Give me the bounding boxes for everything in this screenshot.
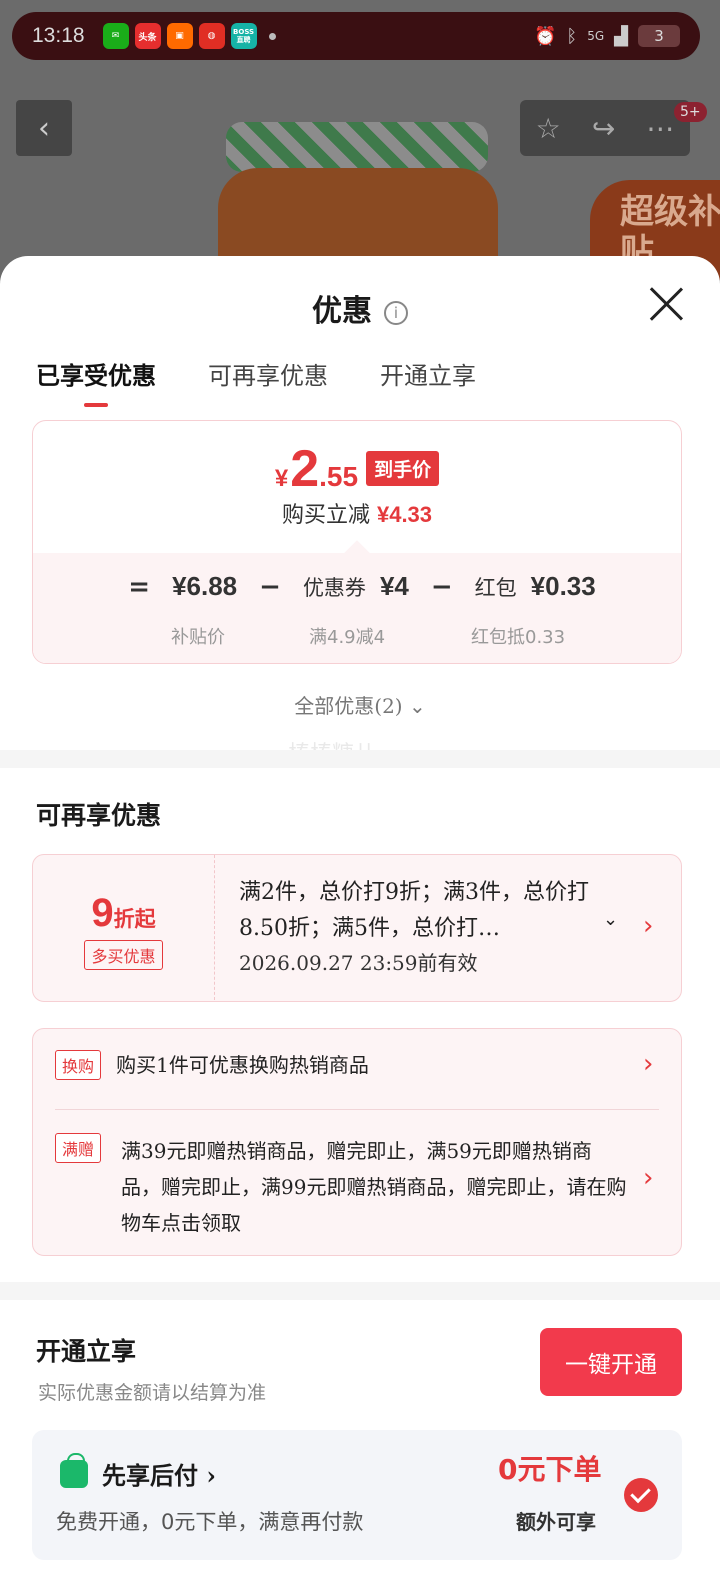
multi-buy-tag: 多买优惠 [84,940,163,970]
instant-discount: 购买立减 ¥4.33 [281,502,433,528]
more-icon[interactable]: ⋯ [646,112,674,145]
close-icon[interactable] [648,286,684,322]
chevron-right-icon[interactable]: › [643,1163,653,1193]
offers-sheet: 优惠 i 已享受优惠 可再享优惠 开通立享 ¥2.55 到手价 购买立减 ¥4.3… [0,256,720,1584]
chevron-down-icon: ⌄ [408,694,426,718]
more-badge: 5+ [674,102,707,122]
subsidy-price: ¥6.88 [172,571,238,601]
price-breakdown: = ¥6.88 − 优惠券 ¥4 − 红包 ¥0.33 补贴价 满4.9减4 红包抵… [33,553,681,663]
coupon-rule: 满4.9减4 [309,627,386,648]
gift-tag: 满赠 [55,1133,102,1163]
all-offers-toggle[interactable]: 全部优惠(2) ⌄ [0,690,720,719]
toutiao-icon: 头条 [134,23,161,49]
product-page-background: 13:18 ✉ 头条 ▣ ◍ BOSS直聘 ⏰ ᛒ 5G ▟ 3 ‹ ☆ ↪ ⋯… [0,0,720,290]
more-offers-title: 可再享优惠 [36,801,162,830]
pay-later-card[interactable]: 先享后付 › 免费开通，0元下单，满意再付款 0元下单 额外可享 [32,1430,682,1560]
info-icon[interactable]: i [384,301,408,325]
section-divider [0,750,720,768]
open-section-subtitle: 实际优惠金额请以结算为准 [38,1382,267,1404]
pinduoduo-icon: ◍ [198,23,225,49]
boss-zhipin-icon: BOSS直聘 [230,23,257,49]
tab-open-offers[interactable]: 开通立享 [380,356,476,391]
gift-offer-text[interactable]: 满39元即赠热销商品，赠完即止，满59元即赠热销商品，赠完即止，满99元即赠热销… [121,1133,631,1241]
more-notifications-dot [268,32,276,40]
discount-rules: 满2件，总价打9折；满3件，总价打8.50折；满5件，总价打… [239,880,589,941]
favorite-star-icon[interactable]: ☆ [536,112,561,145]
chevron-right-icon[interactable]: › [643,1049,653,1079]
final-price-tag: 到手价 [366,451,440,486]
exchange-offer-row[interactable]: 换购 购买1件可优惠换购热销商品 [55,1049,655,1080]
signal-icon: ▟ [614,25,628,47]
exchange-tag: 换购 [55,1050,102,1080]
redpack-value: ¥0.33 [530,571,596,601]
pay-later-desc: 免费开通，0元下单，满意再付款 [56,1510,364,1534]
battery-icon: 3 [638,25,680,47]
share-icon[interactable]: ↪ [592,112,615,145]
pay-later-title[interactable]: 先享后付 › [102,1456,216,1491]
final-price: ¥2.55 [274,440,359,498]
offer-tabs: 已享受优惠 可再享优惠 开通立享 [36,356,476,407]
tab-enjoyed-offers[interactable]: 已享受优惠 [36,356,156,407]
coupon-value: ¥4 [379,571,409,601]
discount-expiry: 2026.09.27 23:59前有效 [239,951,478,975]
chevron-right-icon[interactable]: › [643,911,653,941]
status-time: 13:18 [32,24,85,47]
expand-chevron-icon[interactable]: ⌄ [603,909,618,930]
shopping-bag-icon [60,1453,88,1488]
tab-more-offers[interactable]: 可再享优惠 [208,356,328,391]
open-section-title: 开通立享 [36,1337,137,1366]
taobao-special-icon: ▣ [166,23,193,49]
extra-benefit-label: 额外可享 [516,1510,596,1534]
check-icon[interactable] [624,1478,658,1512]
wechat-icon: ✉ [102,23,129,49]
zero-order-label: 0元下单 [498,1453,602,1486]
one-click-open-button[interactable]: 一键开通 [540,1328,682,1396]
redpack-rule: 红包抵0.33 [471,627,566,648]
alarm-icon: ⏰ [533,25,557,47]
subsidy-label: 补贴价 [171,627,225,648]
action-pill: ☆ ↪ ⋯ [520,100,690,156]
divider [55,1109,659,1110]
section-divider [0,1282,720,1300]
final-price-card: ¥2.55 到手价 购买立减 ¥4.33 = ¥6.88 − 优惠券 ¥4 − 红… [32,420,682,664]
gift-offers-card: 换购 购买1件可优惠换购热销商品 › 满赠 满39元即赠热销商品，赠完即止，满5… [32,1028,682,1256]
sheet-title-text: 优惠 [312,294,372,329]
sheet-title: 优惠 i [0,286,720,330]
bluetooth-icon: ᛒ [566,25,578,47]
product-jar-lid [226,122,488,172]
status-bar: 13:18 ✉ 头条 ▣ ◍ BOSS直聘 ⏰ ᛒ 5G ▟ 3 [12,12,700,60]
multi-buy-discount-card[interactable]: 9折起 多买优惠 满2件，总价打9折；满3件，总价打8.50折；满5件，总价打…… [32,854,682,1002]
back-button[interactable]: ‹ [16,100,72,156]
network-type: 5G [587,29,605,43]
